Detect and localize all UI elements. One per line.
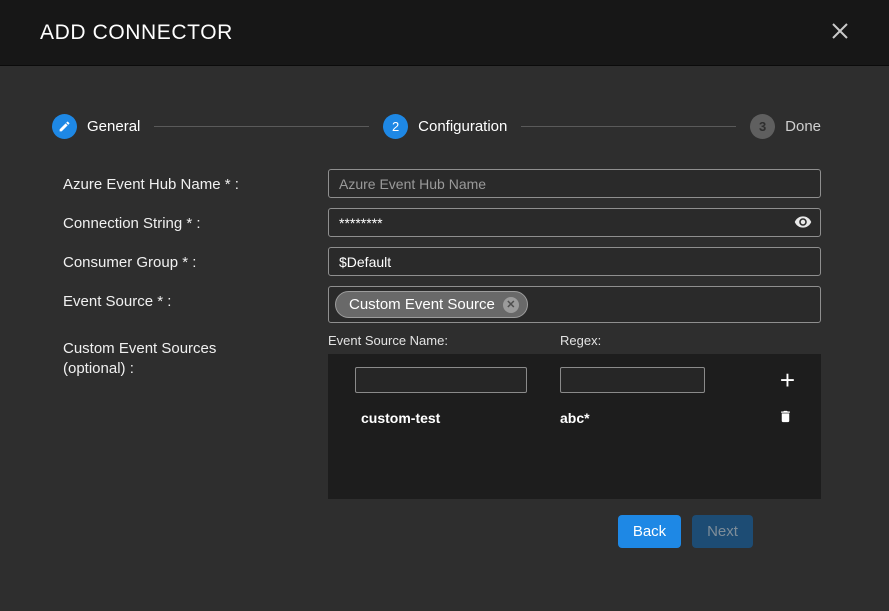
custom-event-sources-label: Custom Event Sources (optional) : <box>63 333 328 499</box>
connector-form: Azure Event Hub Name * : Connection Stri… <box>0 169 889 548</box>
step-configuration-label: Configuration <box>418 118 507 135</box>
step-general[interactable]: General <box>52 114 140 139</box>
close-button[interactable] <box>827 20 853 46</box>
next-button[interactable]: Next <box>692 515 753 548</box>
step-done-label: Done <box>785 118 821 135</box>
eye-icon <box>794 213 812 234</box>
name-column-header: Event Source Name: <box>328 333 560 348</box>
connection-string-input[interactable] <box>328 208 821 237</box>
field-row-consumer-group: Consumer Group * : <box>63 247 821 276</box>
consumer-group-input[interactable] <box>328 247 821 276</box>
back-button[interactable]: Back <box>618 515 681 548</box>
step-configuration-number: 2 <box>383 114 408 139</box>
step-done-number: 3 <box>750 114 775 139</box>
event-hub-name-label: Azure Event Hub Name * : <box>63 169 328 198</box>
connection-string-label: Connection String * : <box>63 208 328 237</box>
event-source-select[interactable]: Custom Event Source ✕ <box>328 286 821 323</box>
custom-sources-panel: + custom-test abc* <box>328 354 821 499</box>
custom-source-regex-value: abc* <box>560 410 763 426</box>
consumer-group-label: Consumer Group * : <box>63 247 328 276</box>
stepper: General 2 Configuration 3 Done <box>52 114 821 139</box>
step-done: 3 Done <box>750 114 821 139</box>
close-icon <box>830 21 850 44</box>
modal-title: ADD CONNECTOR <box>40 21 233 45</box>
field-row-event-hub-name: Azure Event Hub Name * : <box>63 169 821 198</box>
event-hub-name-input[interactable] <box>328 169 821 198</box>
step-configuration[interactable]: 2 Configuration <box>383 114 507 139</box>
trash-icon <box>778 413 793 428</box>
stepper-line <box>154 126 369 127</box>
step-general-label: General <box>87 118 140 135</box>
custom-source-regex-input[interactable] <box>560 367 705 393</box>
custom-source-name-value: custom-test <box>355 410 560 426</box>
edit-icon <box>52 114 77 139</box>
modal-footer: Back Next <box>63 499 821 548</box>
event-source-label: Event Source * : <box>63 286 328 323</box>
event-source-chip: Custom Event Source ✕ <box>335 291 528 318</box>
add-connector-modal: ADD CONNECTOR General 2 Configuration 3 … <box>0 0 889 611</box>
custom-source-name-input[interactable] <box>355 367 527 393</box>
add-custom-source-button[interactable]: + <box>778 369 797 391</box>
chip-remove-icon[interactable]: ✕ <box>503 297 519 313</box>
custom-event-sources-section: Custom Event Sources (optional) : Event … <box>63 333 821 499</box>
custom-source-row: custom-test abc* <box>355 408 797 428</box>
delete-custom-source-button[interactable] <box>774 408 797 428</box>
field-row-connection-string: Connection String * : <box>63 208 821 237</box>
custom-source-entry-row: + <box>355 367 797 393</box>
regex-column-header: Regex: <box>560 333 601 348</box>
field-row-event-source: Event Source * : Custom Event Source ✕ <box>63 286 821 323</box>
modal-header: ADD CONNECTOR <box>0 0 889 66</box>
custom-sources-column-headers: Event Source Name: Regex: <box>328 333 821 348</box>
event-source-chip-label: Custom Event Source <box>349 296 495 313</box>
show-password-button[interactable] <box>793 213 813 233</box>
stepper-line <box>521 126 736 127</box>
